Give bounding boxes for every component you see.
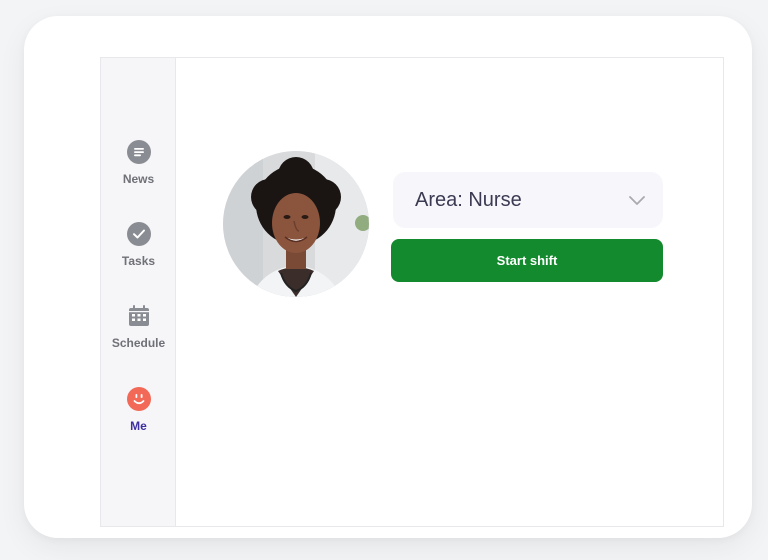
sidebar-item-label: Schedule (111, 336, 166, 350)
sidebar-item-label: Tasks (121, 254, 156, 268)
sidebar-item-tasks[interactable]: Tasks (101, 220, 176, 268)
app-screen: News Tasks Schedule Me Area: Nurse Start… (100, 57, 724, 527)
chevron-down-icon (627, 190, 647, 210)
start-shift-button[interactable]: Start shift (391, 239, 663, 282)
area-select-value: Area: Nurse (415, 188, 522, 211)
sidebar-item-label: News (122, 172, 155, 186)
sidebar-item-news[interactable]: News (101, 138, 176, 186)
area-select[interactable]: Area: Nurse (393, 172, 663, 228)
check-circle-icon (125, 220, 153, 248)
sidebar-item-label: Me (130, 419, 147, 433)
sidebar-item-me[interactable]: Me (101, 385, 176, 433)
sidebar: News Tasks Schedule Me (101, 58, 176, 526)
sidebar-item-schedule[interactable]: Schedule (101, 302, 176, 350)
avatar (223, 151, 369, 297)
tablet-frame: News Tasks Schedule Me Area: Nurse Start… (24, 16, 752, 538)
smiley-face-icon (125, 385, 153, 413)
calendar-icon (125, 302, 153, 330)
news-icon (125, 138, 153, 166)
